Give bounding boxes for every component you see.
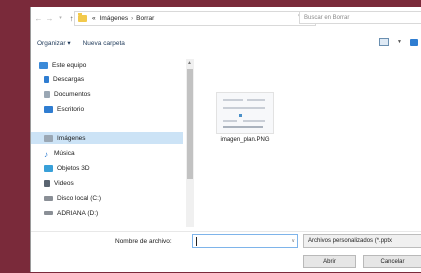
view-dropdown-icon[interactable]: ▼ (397, 39, 402, 45)
filename-dropdown-icon[interactable]: ∨ (291, 238, 295, 244)
usb-drive-icon (44, 211, 53, 215)
bottom-bar: Nombre de archivo: ∨ Archivos personaliz… (31, 231, 421, 273)
organize-button[interactable]: Organizar ▾ (31, 39, 77, 47)
nav-scrollbar[interactable]: ▲ (186, 59, 194, 227)
breadcrumb-overflow[interactable]: « (90, 15, 98, 22)
nav-item-label: Música (54, 149, 75, 157)
cancel-button[interactable]: Cancelar (363, 255, 421, 268)
nav-item-label: Disco local (C:) (57, 194, 102, 202)
scrollbar-thumb[interactable] (187, 69, 193, 179)
music-icon: ♪ (44, 149, 48, 159)
breadcrumb-imagenes[interactable]: Imágenes (98, 15, 131, 22)
nav-item-descargas[interactable]: Descargas (44, 73, 84, 85)
nav-item-adriana[interactable]: ADRIANA (D:) (44, 207, 98, 219)
nav-item-escritorio[interactable]: Escritorio (44, 103, 84, 115)
nav-item-disco-local[interactable]: Disco local (C:) (44, 192, 101, 204)
scroll-up-icon[interactable]: ▲ (187, 60, 192, 66)
download-icon (44, 75, 49, 83)
open-file-dialog: ← → ▾ ↑ « Imágenes › Borrar ∨ ↻ Buscar e… (30, 7, 421, 272)
address-bar[interactable]: « Imágenes › Borrar ∨ ↻ (74, 11, 316, 26)
nav-item-label: Videos (54, 179, 74, 187)
back-arrow-icon[interactable]: ← (33, 12, 44, 24)
nav-item-musica[interactable]: ♪ Música (44, 147, 75, 159)
forward-arrow-icon[interactable]: → (44, 12, 55, 24)
nav-item-videos[interactable]: Videos (44, 177, 74, 189)
search-input[interactable]: Buscar en Borrar (299, 11, 421, 24)
filename-input[interactable]: ∨ (192, 234, 298, 248)
breadcrumb-borrar[interactable]: Borrar (134, 15, 156, 22)
nav-item-label: Escritorio (57, 105, 85, 113)
view-options-icon[interactable] (379, 38, 390, 46)
preview-pane-icon[interactable] (410, 38, 418, 46)
folder-icon (78, 13, 87, 22)
nav-item-imagenes[interactable]: Imágenes (44, 132, 86, 144)
computer-icon (39, 61, 48, 69)
nav-item-documentos[interactable]: Documentos (44, 88, 91, 100)
recent-dropdown-icon[interactable]: ▾ (55, 12, 66, 24)
drive-icon (44, 195, 53, 201)
videos-icon (44, 179, 50, 187)
desktop-icon (44, 105, 53, 113)
objects-3d-icon (44, 164, 53, 172)
nav-item-label: Descargas (53, 75, 85, 83)
new-folder-button[interactable]: Nueva carpeta (77, 40, 131, 47)
nav-item-label: Este equipo (52, 61, 87, 69)
open-button[interactable]: Abrir (303, 255, 356, 268)
file-type-filter[interactable]: Archivos personalizados (*.pptx (303, 234, 421, 248)
toolbar: Organizar ▾ Nueva carpeta ▼ (31, 35, 421, 51)
text-caret (196, 236, 197, 246)
nav-item-label: Objetos 3D (57, 164, 90, 172)
file-name: imagen_plan.PNG (220, 137, 270, 143)
nav-item-label: ADRIANA (D:) (57, 209, 99, 217)
documents-icon (44, 90, 50, 98)
file-item[interactable]: imagen_plan.PNG (213, 92, 277, 144)
nav-item-objetos-3d[interactable]: Objetos 3D (44, 162, 90, 174)
view-controls: ▼ (379, 38, 418, 46)
navigation-pane: Este equipo Descargas Documentos Escrito… (31, 59, 191, 229)
nav-item-label: Documentos (54, 90, 91, 98)
pictures-icon (44, 134, 53, 142)
nav-item-este-equipo[interactable]: Este equipo (39, 59, 86, 71)
filename-label: Nombre de archivo: (115, 238, 172, 245)
image-thumbnail-icon (216, 92, 274, 134)
nav-item-label: Imágenes (57, 134, 86, 142)
